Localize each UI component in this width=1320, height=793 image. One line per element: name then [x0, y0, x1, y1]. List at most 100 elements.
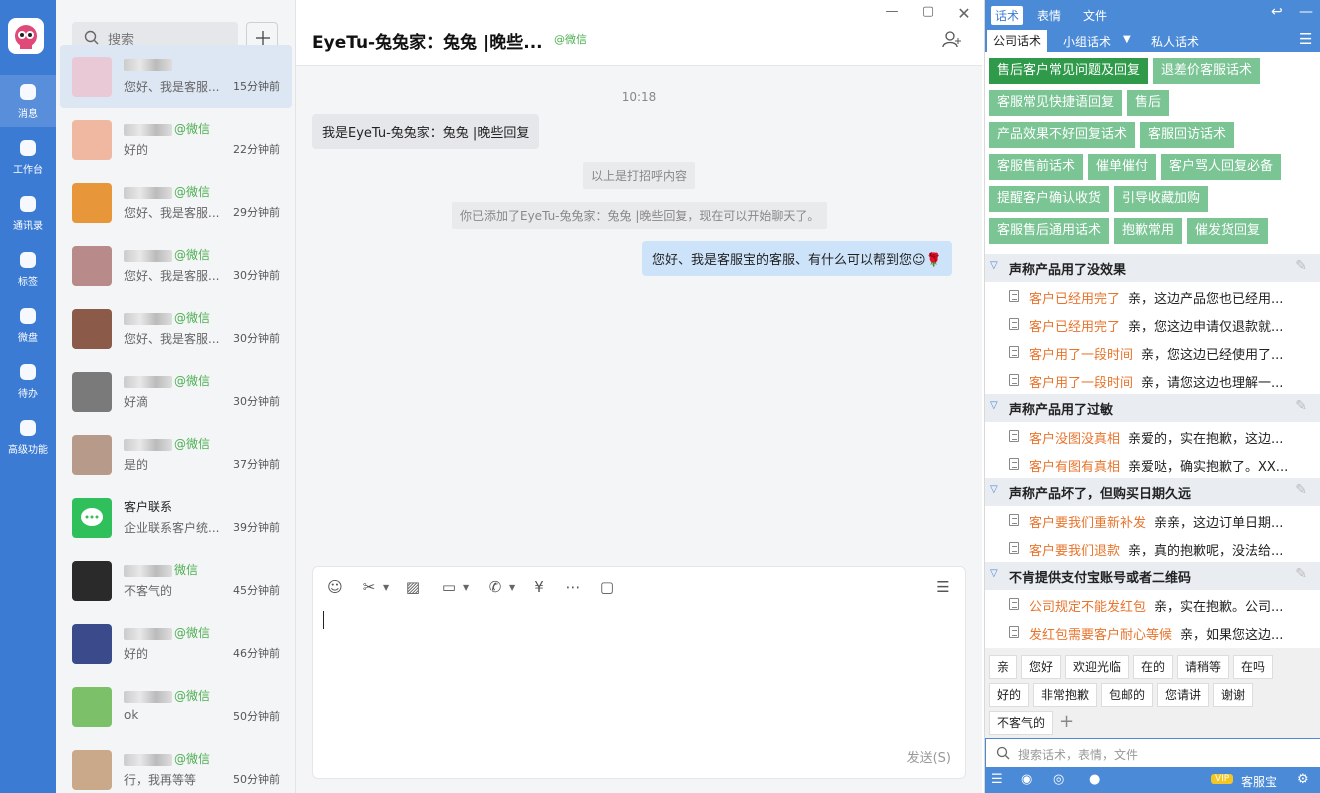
nav-item-0[interactable]: 消息: [0, 75, 56, 127]
script-item[interactable]: 发红包需要客户耐心等候 亲，如果您这边...: [985, 618, 1320, 646]
conversation-row[interactable]: @微信 行，我再等等 50分钟前: [60, 738, 292, 793]
script-section-header[interactable]: ▽ 声称产品用了没效果 ✎: [985, 254, 1320, 282]
collapse-triangle-icon[interactable]: ▽: [990, 568, 998, 579]
script-group-button[interactable]: 客户骂人回复必备: [1161, 154, 1282, 180]
subtab-team[interactable]: 小组话术: [1063, 33, 1111, 50]
quick-word-chip[interactable]: 亲: [989, 655, 1018, 679]
nav-item-1[interactable]: 工作台: [0, 131, 56, 183]
more-icon[interactable]: ⋯: [563, 577, 583, 597]
script-group-button[interactable]: 催单催付: [1088, 154, 1157, 180]
tab-emoji[interactable]: 表情: [1037, 7, 1061, 24]
script-group-button[interactable]: 引导收藏加购: [1114, 186, 1209, 212]
script-item[interactable]: 客户要我们重新补发 亲亲，这边订单日期...: [985, 506, 1320, 534]
conversation-row[interactable]: 微信 不客气的 45分钟前: [60, 549, 292, 612]
nav-item-4[interactable]: 微盘: [0, 299, 56, 351]
script-group-button[interactable]: 客服常见快捷语回复: [989, 90, 1123, 116]
nav-item-5[interactable]: 待办: [0, 355, 56, 407]
chat-history-icon[interactable]: ☰: [933, 577, 953, 597]
conversation-row[interactable]: @微信 是的 37分钟前: [60, 423, 292, 486]
tab-files[interactable]: 文件: [1083, 7, 1107, 24]
script-section-header[interactable]: ▽ 声称产品用了过敏 ✎: [985, 394, 1320, 422]
script-group-button[interactable]: 客服售后通用话术: [989, 218, 1110, 244]
tab-scripts[interactable]: 话术: [991, 6, 1024, 25]
conversation-row[interactable]: @微信 您好、我是客服... 30分钟前: [60, 297, 292, 360]
script-group-button[interactable]: 产品效果不好回复话术: [989, 122, 1136, 148]
script-section-header[interactable]: ▽ 不肯提供支付宝账号或者二维码 ✎: [985, 562, 1320, 590]
quick-word-chip[interactable]: 包邮的: [1101, 683, 1154, 707]
edit-icon[interactable]: ✎: [1295, 398, 1307, 414]
quick-word-chip[interactable]: 非常抱歉: [1033, 683, 1098, 707]
nav-item-3[interactable]: 标签: [0, 243, 56, 295]
script-group-button[interactable]: 售后客户常见问题及回复: [989, 58, 1149, 84]
quick-word-chip[interactable]: 您好: [1021, 655, 1062, 679]
minimize-button[interactable]: —: [882, 4, 902, 22]
edit-icon[interactable]: ✎: [1295, 258, 1307, 274]
chevron-down-icon[interactable]: ▼: [1123, 34, 1131, 45]
wechat-icon[interactable]: ●: [1089, 772, 1100, 787]
conversation-row[interactable]: 客户联系 企业联系客户统... 39分钟前: [60, 486, 292, 549]
image-icon[interactable]: ▨: [403, 577, 423, 597]
red-packet-icon[interactable]: ¥: [529, 577, 549, 597]
script-group-button[interactable]: 客服回访话术: [1140, 122, 1235, 148]
quick-word-chip[interactable]: 在的: [1133, 655, 1174, 679]
screenshot-icon[interactable]: ✂: [359, 577, 379, 597]
quick-word-chip[interactable]: 欢迎光临: [1065, 655, 1130, 679]
folder-icon[interactable]: ▭: [439, 577, 459, 597]
script-item[interactable]: 客户用了一段时间 亲，请您这边也理解一...: [985, 366, 1320, 394]
script-item[interactable]: 客户用了一段时间 亲，您这边已经使用了...: [985, 338, 1320, 366]
minimize-panel-button[interactable]: —: [1299, 4, 1313, 20]
menu-icon[interactable]: ☰: [1299, 30, 1312, 48]
emoji-icon[interactable]: ☺: [325, 577, 345, 597]
script-item[interactable]: 客户要我们退款 亲，真的抱歉呢，没法给...: [985, 534, 1320, 562]
collapse-triangle-icon[interactable]: ▽: [990, 484, 998, 495]
quick-word-chip[interactable]: 在吗: [1233, 655, 1274, 679]
script-group-button[interactable]: 提醒客户确认收货: [989, 186, 1110, 212]
quick-word-chip[interactable]: 好的: [989, 683, 1030, 707]
conversation-row[interactable]: @微信 好的 22分钟前: [60, 108, 292, 171]
conversation-row[interactable]: @微信 好的 46分钟前: [60, 612, 292, 675]
eye-icon[interactable]: ◉: [1021, 772, 1032, 787]
collapse-triangle-icon[interactable]: ▽: [990, 400, 998, 411]
nav-item-2[interactable]: 通讯录: [0, 187, 56, 239]
phone-icon[interactable]: ✆: [485, 577, 505, 597]
edit-icon[interactable]: ✎: [1295, 566, 1307, 582]
script-group-button[interactable]: 抱歉常用: [1114, 218, 1183, 244]
message-composer[interactable]: ☺ ✂ ▼ ▨ ▭ ▼ ✆ ▼ ¥ ⋯ ▢ ☰ 发送(S): [312, 566, 966, 779]
conversation-row[interactable]: @微信 您好、我是客服... 30分钟前: [60, 234, 292, 297]
quick-reply-icon[interactable]: ▢: [597, 577, 617, 597]
nav-item-6[interactable]: 高级功能: [0, 411, 56, 463]
eye-outline-icon[interactable]: ◎: [1053, 772, 1064, 787]
add-member-icon[interactable]: [942, 30, 962, 48]
script-item[interactable]: 客户已经用完了 亲，您这边申请仅退款就...: [985, 310, 1320, 338]
conversation-row[interactable]: @微信 ok 50分钟前: [60, 675, 292, 738]
conversation-row[interactable]: @微信 您好、我是客服... 29分钟前: [60, 171, 292, 234]
script-group-button[interactable]: 客服售前话术: [989, 154, 1084, 180]
quick-word-chip[interactable]: 谢谢: [1213, 683, 1254, 707]
script-group-button[interactable]: 售后: [1127, 90, 1170, 116]
script-group-button[interactable]: 催发货回复: [1187, 218, 1269, 244]
quick-word-chip[interactable]: 不客气的: [989, 711, 1054, 735]
maximize-button[interactable]: ▢: [918, 4, 938, 22]
script-item[interactable]: 客户有图有真相 亲爱哒，确实抱歉了。XX...: [985, 450, 1320, 478]
send-button[interactable]: 发送(S): [907, 747, 951, 766]
quick-word-chip[interactable]: 您请讲: [1157, 683, 1210, 707]
subtab-private[interactable]: 私人话术: [1151, 33, 1199, 50]
script-item[interactable]: 公司规定不能发红包 亲，实在抱歉。公司...: [985, 590, 1320, 618]
collapse-triangle-icon[interactable]: ▽: [990, 260, 998, 271]
add-quick-word-icon[interactable]: +: [1059, 711, 1074, 732]
script-group-button[interactable]: 退差价客服话术: [1153, 58, 1261, 84]
quick-word-chip[interactable]: 请稍等: [1177, 655, 1230, 679]
panel-search-input[interactable]: 搜索话术，表情，文件: [985, 738, 1320, 768]
avatar: [72, 561, 112, 601]
conversation-row[interactable]: @微信 好滴 30分钟前: [60, 360, 292, 423]
script-section-header[interactable]: ▽ 声称产品坏了，但购买日期久远 ✎: [985, 478, 1320, 506]
undo-icon[interactable]: ↩: [1271, 4, 1283, 20]
close-button[interactable]: ✕: [954, 4, 974, 23]
settings-icon[interactable]: ⚙: [1297, 772, 1309, 787]
conversation-row[interactable]: 您好、我是客服... 15分钟前: [60, 45, 292, 108]
list-icon[interactable]: ☰: [991, 772, 1003, 787]
subtab-company[interactable]: 公司话术: [987, 30, 1048, 52]
edit-icon[interactable]: ✎: [1295, 482, 1307, 498]
script-item[interactable]: 客户已经用完了 亲，这边产品您也已经用...: [985, 282, 1320, 310]
script-item[interactable]: 客户没图没真相 亲爱的，实在抱歉，这边...: [985, 422, 1320, 450]
